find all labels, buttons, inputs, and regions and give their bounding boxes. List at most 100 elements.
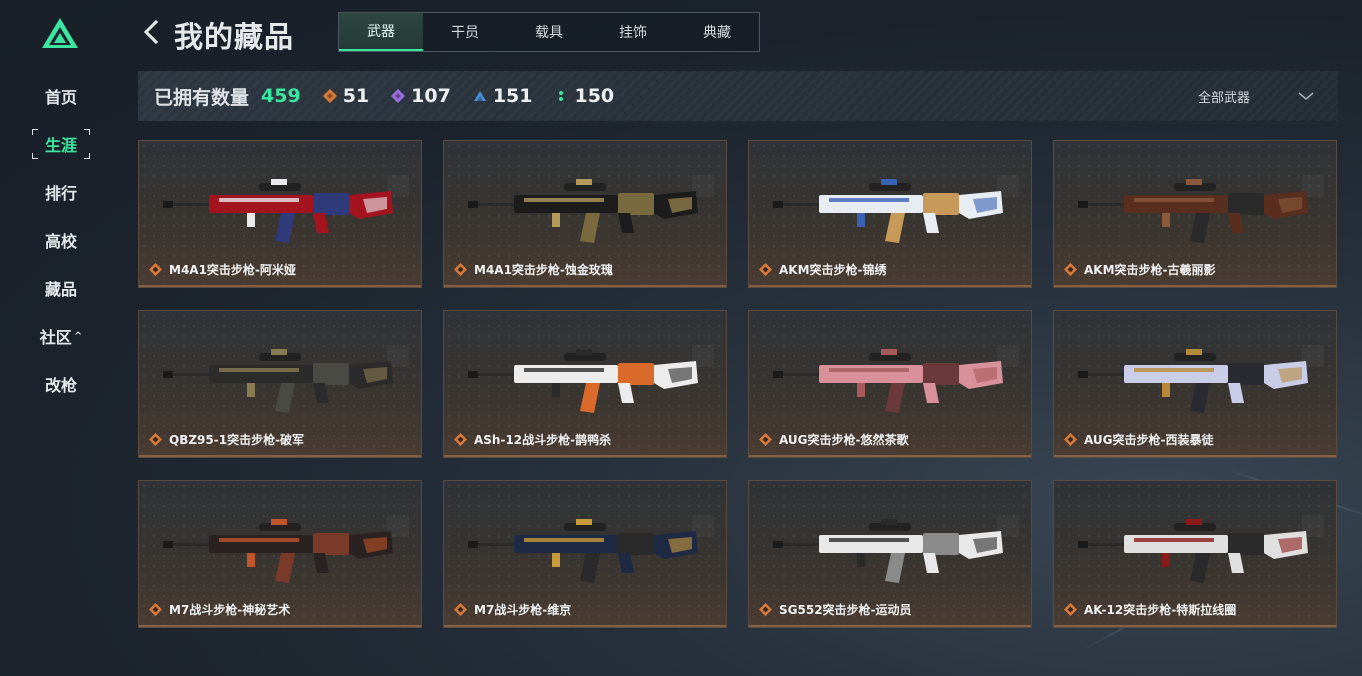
weapon-image — [773, 519, 1003, 583]
category-tab[interactable]: 载具 — [507, 13, 591, 51]
category-tab[interactable]: 武器 — [339, 13, 423, 51]
weapon-name-row: ASh-12战斗步枪-鹊鸭杀 — [454, 431, 611, 448]
weapon-image — [773, 179, 1003, 243]
sidebar-item[interactable]: 高校 — [30, 216, 92, 264]
active-item-frame — [32, 129, 90, 159]
weapon-skin-card[interactable]: AK-12突击步枪-特斯拉线圈 — [1053, 480, 1337, 628]
category-tab[interactable]: 干员 — [423, 13, 507, 51]
weapon-image — [163, 179, 393, 243]
rarity-count-value: 51 — [342, 85, 370, 107]
weapon-name-row: AUG突击步枪-悠然茶歌 — [759, 431, 909, 448]
category-tabs: 武器 干员 载具 挂饰 典藏 — [338, 12, 760, 52]
quality-diamond-icon — [454, 603, 467, 616]
chevron-down-icon — [1298, 92, 1314, 100]
sidebar-item[interactable]: 排行 — [30, 168, 92, 216]
weapon-image — [163, 349, 393, 413]
weapon-name: AUG突击步枪-西装暴徒 — [1084, 433, 1214, 447]
back-arrow-icon[interactable] — [140, 18, 162, 46]
weapon-skin-card[interactable]: M7战斗步枪-神秘艺术 — [138, 480, 422, 628]
quality-diamond-icon — [149, 433, 162, 446]
rarity-count: 151 — [473, 85, 533, 107]
collection-stats-bar: 已拥有数量 459 51 107 151 150 全部武器 — [138, 71, 1338, 121]
app-logo-icon[interactable] — [41, 17, 79, 49]
blue-triangle-icon — [473, 91, 486, 101]
weapon-name: AK-12突击步枪-特斯拉线圈 — [1084, 603, 1237, 617]
weapon-name-row: AUG突击步枪-西装暴徒 — [1064, 431, 1214, 448]
weapon-skin-card[interactable]: SG552突击步枪-运动员 — [748, 480, 1032, 628]
weapon-name: AUG突击步枪-悠然茶歌 — [779, 433, 909, 447]
weapon-skin-card[interactable]: AUG突击步枪-悠然茶歌 — [748, 310, 1032, 458]
category-tab[interactable]: 挂饰 — [591, 13, 675, 51]
sidebar-item-label: 高校 — [44, 232, 77, 251]
weapon-name: M7战斗步枪-神秘艺术 — [169, 603, 291, 617]
weapon-name-row: QBZ95-1突击步枪-破军 — [149, 431, 304, 448]
quality-diamond-icon — [759, 433, 772, 446]
quality-diamond-icon — [759, 263, 772, 276]
quality-diamond-icon — [149, 603, 162, 616]
weapon-name-row: AKM突击步枪-锦绣 — [759, 261, 887, 278]
weapon-image — [1078, 179, 1308, 243]
sidebar-item[interactable]: 生涯 — [30, 120, 92, 168]
weapon-name: SG552突击步枪-运动员 — [779, 603, 912, 617]
sidebar-item[interactable]: 社区 ^ — [30, 312, 92, 360]
sidebar-nav: 首页生涯排行高校藏品社区 ^ 改枪 — [30, 72, 92, 408]
green-dots-icon — [559, 91, 564, 101]
weapon-name: M4A1突击步枪-阿米娅 — [169, 263, 296, 277]
weapon-skin-card[interactable]: QBZ95-1突击步枪-破军 — [138, 310, 422, 458]
weapon-name: M7战斗步枪-维京 — [474, 603, 572, 617]
weapon-image — [163, 519, 393, 583]
sidebar-item-label: 社区 — [39, 328, 72, 347]
rarity-count-value: 151 — [492, 85, 533, 107]
quality-diamond-icon — [1064, 263, 1077, 276]
sidebar-item-label: 改枪 — [44, 376, 77, 395]
quality-diamond-icon — [149, 263, 162, 276]
page-title: 我的藏品 — [174, 20, 295, 54]
weapon-skin-card[interactable]: M7战斗步枪-维京 — [443, 480, 727, 628]
weapon-name-row: SG552突击步枪-运动员 — [759, 601, 912, 618]
weapon-skin-card[interactable]: AUG突击步枪-西装暴徒 — [1053, 310, 1337, 458]
rarity-count: 107 — [391, 85, 451, 107]
weapon-image — [468, 519, 698, 583]
weapon-image — [468, 349, 698, 413]
sidebar-item-label: 藏品 — [44, 280, 77, 299]
weapon-name: ASh-12战斗步枪-鹊鸭杀 — [474, 433, 612, 447]
weapon-skin-grid: M4A1突击步枪-阿米娅 M4A1突击步枪-蚀金玫瑰 AKM突击步枪-锦绣 AKM突击… — [138, 140, 1338, 628]
weapon-image — [1078, 519, 1308, 583]
weapon-image — [468, 179, 698, 243]
weapon-skin-card[interactable]: AKM突击步枪-古羲丽影 — [1053, 140, 1337, 288]
weapon-skin-card[interactable]: ASh-12战斗步枪-鹊鸭杀 — [443, 310, 727, 458]
expand-caret-icon: ^ — [73, 330, 83, 342]
weapon-name: AKM突击步枪-锦绣 — [779, 263, 887, 277]
weapon-skin-card[interactable]: M4A1突击步枪-蚀金玫瑰 — [443, 140, 727, 288]
weapon-skin-card[interactable]: AKM突击步枪-锦绣 — [748, 140, 1032, 288]
rarity-count: 150 — [554, 85, 614, 107]
sidebar-item-label: 首页 — [44, 88, 77, 107]
rarity-count-value: 150 — [574, 85, 615, 107]
rarity-count-value: 107 — [411, 85, 451, 107]
quality-diamond-icon — [1064, 433, 1077, 446]
weapon-filter-label: 全部武器 — [1197, 90, 1250, 106]
weapon-name-row: AK-12突击步枪-特斯拉线圈 — [1064, 601, 1236, 618]
rarity-count: 51 — [322, 85, 370, 107]
weapon-skin-card[interactable]: M4A1突击步枪-阿米娅 — [138, 140, 422, 288]
weapon-name-row: M4A1突击步枪-阿米娅 — [149, 261, 296, 278]
weapon-name-row: M7战斗步枪-神秘艺术 — [149, 601, 290, 618]
weapon-image — [773, 349, 1003, 413]
weapon-name-row: M4A1突击步枪-蚀金玫瑰 — [454, 261, 613, 278]
owned-count-label: 已拥有数量 — [154, 86, 250, 109]
orange-diamond-icon — [322, 89, 337, 103]
owned-count-value: 459 — [261, 85, 301, 107]
category-tab[interactable]: 典藏 — [675, 13, 759, 51]
weapon-filter-dropdown[interactable]: 全部武器 — [1198, 87, 1314, 106]
sidebar-item[interactable]: 首页 — [30, 72, 92, 120]
sidebar-item[interactable]: 藏品 — [30, 264, 92, 312]
weapon-name: AKM突击步枪-古羲丽影 — [1084, 263, 1216, 277]
quality-diamond-icon — [454, 263, 467, 276]
sidebar-item-label: 排行 — [44, 184, 77, 203]
quality-diamond-icon — [1064, 603, 1077, 616]
sidebar-item[interactable]: 改枪 — [30, 360, 92, 408]
weapon-name-row: M7战斗步枪-维京 — [454, 601, 571, 618]
weapon-name-row: AKM突击步枪-古羲丽影 — [1064, 261, 1216, 278]
weapon-image — [1078, 349, 1308, 413]
quality-diamond-icon — [454, 433, 467, 446]
